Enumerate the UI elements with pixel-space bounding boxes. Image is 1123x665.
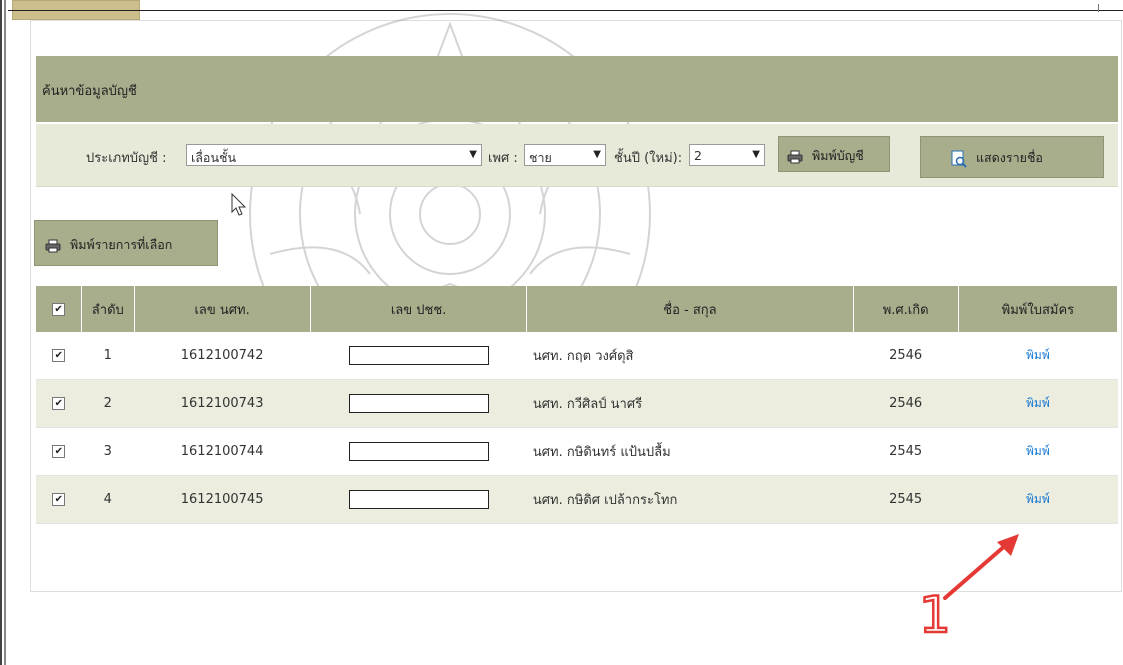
window-left-border: [0, 0, 6, 665]
chevron-down-icon: ▼: [469, 149, 477, 160]
row-student-no: 1612100744: [134, 427, 311, 476]
table-row: ✔ 3 1612100744 นศท. กษิดินทร์ แป้นปลื้ม …: [36, 427, 1118, 476]
table-row: ✔ 1 1612100742 นศท. กฤต วงศ์ดุสิ 2546 พิ…: [36, 332, 1118, 380]
redacted-id: [348, 346, 489, 365]
print-account-button[interactable]: พิมพ์บัญชี: [778, 136, 890, 172]
year-label: ชั้นปี (ใหม่):: [614, 151, 683, 166]
row-name: นศท. กฤต วงศ์ดุสิ: [526, 332, 854, 380]
row-checkbox[interactable]: ✔: [52, 445, 66, 458]
row-order: 4: [81, 475, 135, 524]
top-corner-mark: [1098, 4, 1110, 12]
select-all-checkbox[interactable]: ✔: [52, 302, 66, 316]
header-print-form: พิมพ์ใบสมัคร: [958, 286, 1119, 332]
row-birth-year: 2545: [853, 427, 959, 476]
print-link[interactable]: พิมพ์: [1026, 444, 1050, 458]
mouse-cursor-icon: [231, 193, 247, 216]
row-order: 1: [81, 332, 135, 380]
printer-icon: [787, 150, 803, 163]
table-row: ✔ 4 1612100745 นศท. กษิดิศ เปล้ากระโทก 2…: [36, 475, 1118, 524]
show-names-button[interactable]: แสดงรายชื่อ: [920, 136, 1104, 178]
row-birth-year: 2545: [853, 475, 959, 524]
chevron-down-icon: ▼: [752, 149, 760, 160]
annotation-arrow: 1: [918, 534, 1019, 645]
document-search-icon: [951, 150, 967, 168]
gender-select[interactable]: ชาย ▼: [524, 144, 606, 166]
row-checkbox[interactable]: ✔: [52, 349, 66, 362]
annotation-number: 1: [919, 586, 951, 644]
header-birth-year: พ.ศ.เกิด: [853, 286, 959, 332]
row-name: นศท. กษิดิศ เปล้ากระโทก: [526, 475, 854, 524]
year-value: 2: [694, 148, 702, 163]
year-select[interactable]: 2 ▼: [689, 144, 765, 166]
print-account-label: พิมพ์บัญชี: [811, 148, 864, 163]
search-section-header: ค้นหาข้อมูลบัญชี: [36, 56, 1118, 122]
row-birth-year: 2546: [853, 379, 959, 428]
row-checkbox[interactable]: ✔: [52, 397, 66, 410]
print-link[interactable]: พิมพ์: [1026, 348, 1050, 362]
row-name: นศท. กษิดินทร์ แป้นปลื้ม: [526, 427, 854, 476]
chevron-down-icon: ▼: [593, 149, 601, 160]
row-student-no: 1612100743: [134, 379, 311, 428]
row-order: 2: [81, 379, 135, 428]
search-title: ค้นหาข้อมูลบัญชี: [42, 84, 137, 99]
gender-label: เพศ :: [488, 151, 518, 166]
header-student-no: เลข นศท.: [134, 286, 311, 332]
printer-icon: [45, 239, 61, 252]
student-table: ✔ ลำดับ เลข นศท. เลข ปชช. ชื่อ - สกุล พ.…: [36, 286, 1119, 524]
show-names-label: แสดงรายชื่อ: [975, 150, 1043, 165]
header-id-no: เลข ปชช.: [310, 286, 528, 332]
header-select-all[interactable]: ✔: [36, 286, 83, 332]
search-filter-bar: ประเภทบัญชี : เลื่อนชั้น ▼ เพศ : ชาย ▼ ช…: [36, 124, 1118, 187]
print-selected-label: พิมพ์รายการที่เลือก: [69, 237, 173, 252]
row-order: 3: [81, 427, 135, 476]
print-link[interactable]: พิมพ์: [1026, 396, 1050, 410]
account-type-value: เลื่อนชั้น: [191, 150, 237, 165]
row-student-no: 1612100742: [134, 332, 311, 380]
redacted-id: [348, 394, 489, 413]
row-birth-year: 2546: [853, 332, 959, 380]
account-type-select[interactable]: เลื่อนชั้น ▼: [186, 144, 482, 166]
row-name: นศท. กวีศิลป์ นาศรี: [526, 379, 854, 428]
header-order: ลำดับ: [81, 286, 135, 332]
header-name: ชื่อ - สกุล: [526, 286, 854, 332]
row-checkbox[interactable]: ✔: [52, 493, 66, 506]
table-header-row: ✔ ลำดับ เลข นศท. เลข ปชช. ชื่อ - สกุล พ.…: [36, 286, 1119, 332]
print-link[interactable]: พิมพ์: [1026, 492, 1050, 506]
account-type-label: ประเภทบัญชี :: [86, 151, 167, 166]
gender-value: ชาย: [529, 150, 552, 165]
redacted-id: [348, 490, 489, 509]
print-selected-button[interactable]: พิมพ์รายการที่เลือก: [34, 220, 218, 266]
redacted-id: [348, 442, 489, 461]
top-divider: [8, 10, 1123, 11]
row-student-no: 1612100745: [134, 475, 311, 524]
table-row: ✔ 2 1612100743 นศท. กวีศิลป์ นาศรี 2546 …: [36, 379, 1118, 428]
